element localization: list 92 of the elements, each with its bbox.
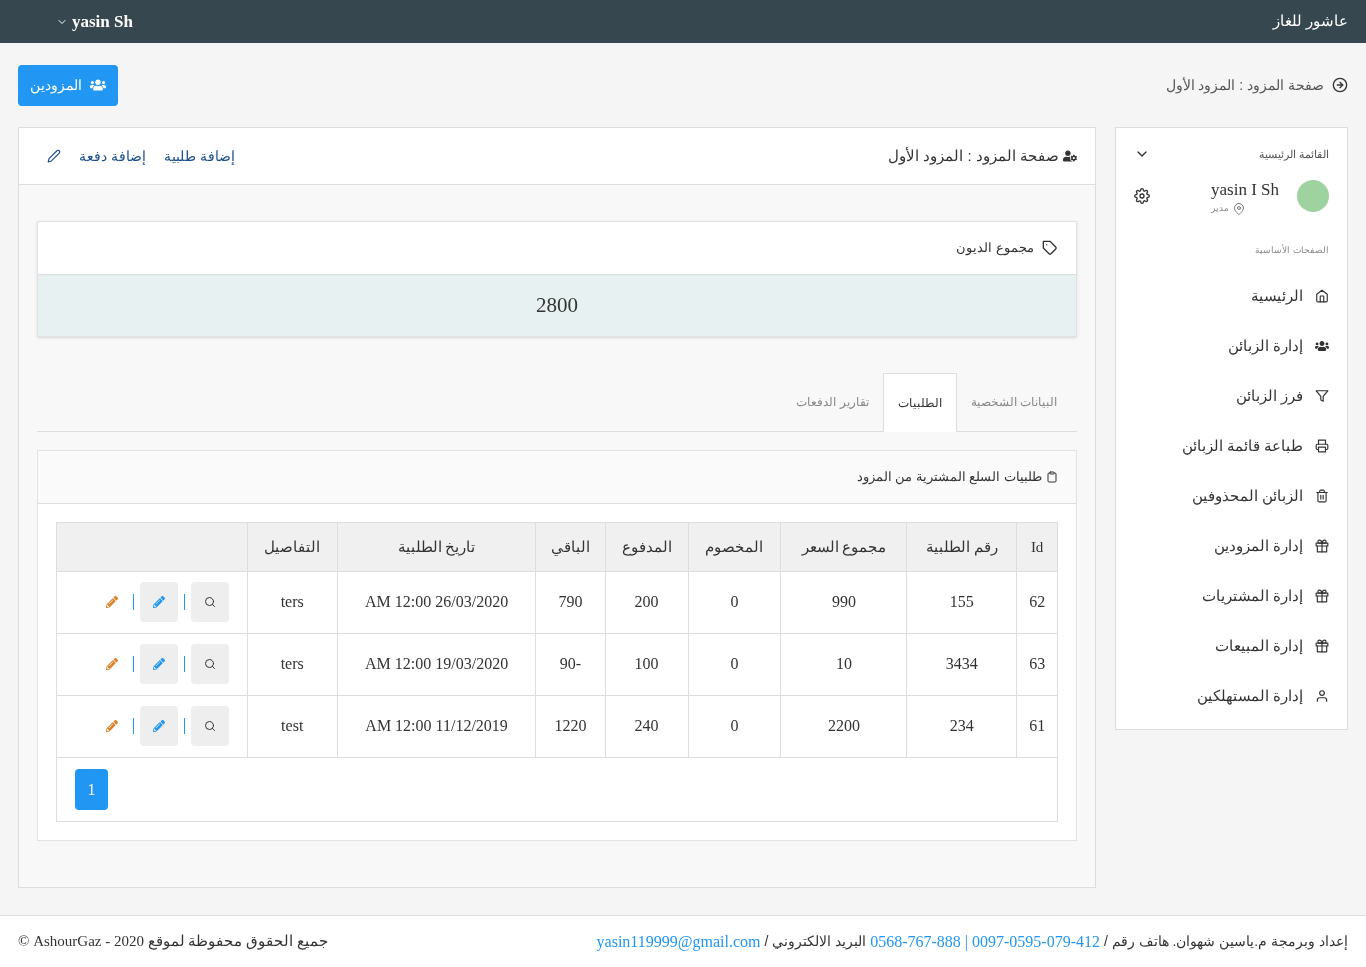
sidebar-item[interactable]: فرز الزبائن bbox=[1116, 371, 1347, 421]
sidebar-item[interactable]: إدارة الزبائن bbox=[1116, 321, 1347, 371]
panel-title: صفحة المزود : المزود الأول bbox=[888, 145, 1059, 167]
pencil-icon[interactable] bbox=[47, 149, 61, 163]
table-cell: 62 bbox=[1016, 571, 1057, 633]
tag-icon bbox=[1042, 240, 1058, 256]
pencil-icon bbox=[105, 720, 118, 733]
pencil-icon bbox=[152, 596, 165, 608]
view-button[interactable] bbox=[190, 644, 229, 684]
debt-title: مجموع الديون bbox=[956, 239, 1034, 258]
sidebar-item[interactable]: إدارة المزودين bbox=[1116, 521, 1347, 571]
table-cell: 0 bbox=[688, 695, 781, 757]
user-name: yasin I Sh bbox=[1211, 178, 1279, 201]
table-cell: 100 bbox=[605, 633, 689, 695]
gift-icon bbox=[1315, 589, 1329, 603]
pencil-icon bbox=[152, 658, 165, 670]
pencil-icon bbox=[105, 658, 118, 670]
sidebar-item[interactable]: طباعة قائمة الزبائن bbox=[1116, 421, 1347, 471]
gift-icon bbox=[1315, 639, 1329, 653]
brand-title: عاشور للغاز bbox=[1272, 11, 1348, 32]
user-menu[interactable]: yasin Sh bbox=[56, 8, 133, 35]
edit-button[interactable] bbox=[139, 706, 178, 747]
breadcrumb: صفحة المزود : المزود الأول bbox=[1165, 75, 1324, 96]
table-cell: 790 bbox=[535, 571, 606, 633]
user-icon bbox=[1315, 689, 1329, 703]
sidebar-item[interactable]: الزبائن المحذوفين bbox=[1116, 471, 1347, 521]
search-icon bbox=[203, 720, 216, 733]
users-icon bbox=[1315, 339, 1329, 353]
filter-icon bbox=[1315, 389, 1329, 403]
table-cell: 61 bbox=[1016, 695, 1057, 757]
sidebar-item[interactable]: إدارة المبيعات bbox=[1116, 621, 1347, 671]
table-cell: 3434 bbox=[906, 633, 1017, 695]
column-header: تاريخ الطلبية bbox=[337, 523, 536, 571]
table-cell: 155 bbox=[906, 571, 1017, 633]
table-cell: 240 bbox=[605, 695, 689, 757]
column-header: المدفوع bbox=[605, 523, 689, 571]
gift-icon bbox=[1315, 539, 1329, 553]
table-cell: 10 bbox=[780, 633, 907, 695]
email-label: البريد الالكتروني / bbox=[764, 932, 867, 952]
column-header: المخصوم bbox=[688, 523, 781, 571]
table-cell: AM 12:00 26/03/2020 bbox=[337, 571, 536, 633]
home-icon bbox=[1315, 289, 1329, 303]
view-button[interactable] bbox=[190, 706, 229, 747]
table-cell: 1220 bbox=[535, 695, 606, 757]
action-link[interactable]: إضافة دفعة bbox=[79, 145, 146, 167]
trash-icon bbox=[1315, 489, 1329, 503]
avatar bbox=[1297, 180, 1329, 212]
tab[interactable]: البيانات الشخصية bbox=[956, 372, 1071, 431]
column-header: رقم الطلبية bbox=[906, 523, 1017, 571]
sidebar-item[interactable]: إدارة المستهلكين bbox=[1116, 671, 1347, 721]
tab[interactable]: تقارير الدفعات bbox=[782, 372, 883, 431]
settings-icon[interactable] bbox=[1134, 188, 1150, 204]
table-cell: 90- bbox=[535, 633, 606, 695]
user-role: مدير bbox=[1211, 202, 1229, 215]
footer-credit: إعداد وبرمجة م.ياسين شهوان. هاتف رقم / bbox=[1104, 932, 1348, 952]
table-cell: 2200 bbox=[780, 695, 907, 757]
view-button[interactable] bbox=[190, 582, 229, 622]
search-icon bbox=[203, 596, 216, 608]
table-cell: 234 bbox=[906, 695, 1017, 757]
sidebar-title: القائمة الرئيسية bbox=[1258, 147, 1329, 163]
column-header: Id bbox=[1016, 523, 1057, 571]
table-cell: test bbox=[247, 695, 338, 757]
search-icon bbox=[203, 658, 216, 670]
user-icon bbox=[1063, 149, 1077, 163]
pencil-icon bbox=[152, 720, 165, 733]
column-header: الباقي bbox=[535, 523, 606, 571]
edit-button[interactable] bbox=[139, 644, 178, 684]
tab[interactable]: الطلبيات bbox=[882, 373, 957, 432]
column-header: مجموع السعر bbox=[780, 523, 907, 571]
copyright: جميع الحقوق محفوظة لموقع AshourGaz - 2020 © bbox=[18, 932, 328, 952]
pencil-icon bbox=[105, 596, 118, 608]
users-icon bbox=[90, 77, 106, 93]
sidebar-item[interactable]: إدارة المشتريات bbox=[1116, 571, 1347, 621]
table-cell: 200 bbox=[605, 571, 689, 633]
table-cell: 990 bbox=[780, 571, 907, 633]
table-cell: ters bbox=[247, 633, 338, 695]
sidebar-item[interactable]: الرئيسية bbox=[1116, 271, 1347, 321]
section-label: الصفحات الأساسية bbox=[1254, 243, 1330, 257]
separator-text: | bbox=[964, 931, 968, 953]
table-cell: 0 bbox=[688, 633, 781, 695]
table-cell: 63 bbox=[1016, 633, 1057, 695]
debt-value: 2800 bbox=[536, 291, 578, 319]
edit-button[interactable] bbox=[139, 582, 178, 622]
printer-icon bbox=[1315, 439, 1329, 453]
table-cell: ters bbox=[247, 571, 338, 633]
action-link[interactable]: إضافة طلبية bbox=[163, 145, 235, 167]
clipboard-icon bbox=[1046, 471, 1058, 483]
table-cell: AM 12:00 19/03/2020 bbox=[337, 633, 536, 695]
table-cell: 0 bbox=[688, 571, 781, 633]
orders-title: طلبيات السلع المشترية من المزود bbox=[856, 468, 1042, 487]
table-cell: AM 12:00 11/12/2019 bbox=[337, 695, 536, 757]
pin-icon bbox=[1233, 202, 1245, 215]
